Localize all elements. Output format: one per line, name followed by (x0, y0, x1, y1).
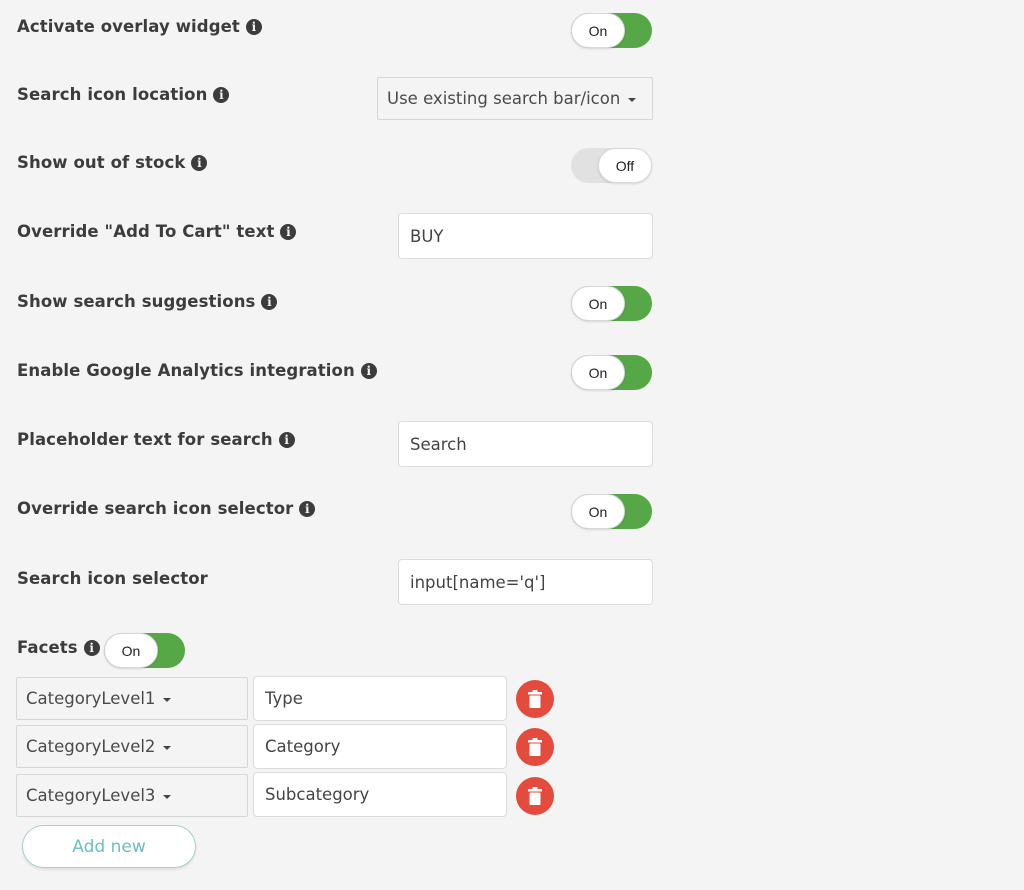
delete-facet-button[interactable] (516, 728, 554, 766)
facets-label-text: Facets (17, 638, 78, 657)
widget-settings-panel: Activate overlay widget i On Search icon… (0, 0, 1024, 890)
trash-icon (528, 787, 542, 805)
info-icon[interactable]: i (191, 154, 208, 171)
info-icon[interactable]: i (278, 431, 295, 448)
show-out-of-stock-label: Show out of stock i (17, 153, 208, 172)
info-icon[interactable]: i (213, 86, 230, 103)
search-icon-selector-label: Search icon selector (17, 569, 208, 588)
show-search-suggestions-label: Show search suggestions i (17, 292, 278, 311)
override-add-to-cart-label: Override "Add To Cart" text i (17, 222, 297, 241)
search-icon-selector-label-text: Search icon selector (17, 569, 208, 588)
search-icon-location-value: Use existing search bar/icon (387, 89, 621, 108)
toggle-knob: On (571, 355, 625, 390)
toggle-knob: On (571, 494, 625, 529)
info-icon[interactable]: i (280, 223, 297, 240)
trash-icon (528, 690, 542, 708)
google-analytics-toggle[interactable]: On (571, 355, 652, 390)
placeholder-text-input[interactable] (398, 421, 653, 467)
placeholder-text-label: Placeholder text for search i (17, 430, 295, 449)
toggle-knob: On (104, 633, 158, 668)
search-icon-selector-input[interactable] (398, 559, 653, 605)
google-analytics-label: Enable Google Analytics integration i (17, 361, 377, 380)
facet-field-select[interactable]: CategoryLevel3 (16, 774, 248, 817)
caret-down-icon (628, 97, 637, 102)
info-icon[interactable]: i (261, 293, 278, 310)
facets-toggle[interactable]: On (104, 633, 185, 668)
google-analytics-label-text: Enable Google Analytics integration (17, 361, 355, 380)
delete-facet-button[interactable] (516, 680, 554, 718)
activate-overlay-toggle[interactable]: On (571, 13, 652, 48)
facet-display-name-input[interactable] (253, 772, 507, 817)
facet-field-value: CategoryLevel2 (26, 737, 156, 756)
facet-field-select[interactable]: CategoryLevel2 (16, 725, 248, 768)
info-icon[interactable]: i (360, 362, 377, 379)
facet-display-name-input[interactable] (253, 676, 507, 721)
activate-overlay-label: Activate overlay widget i (17, 17, 262, 36)
override-add-to-cart-label-text: Override "Add To Cart" text (17, 222, 275, 241)
show-out-of-stock-label-text: Show out of stock (17, 153, 186, 172)
override-search-icon-selector-label-text: Override search icon selector (17, 499, 294, 518)
facet-field-select[interactable]: CategoryLevel1 (16, 677, 248, 720)
delete-facet-button[interactable] (516, 777, 554, 815)
search-icon-location-label: Search icon location i (17, 85, 230, 104)
show-out-of-stock-toggle[interactable]: Off (571, 148, 652, 183)
show-search-suggestions-label-text: Show search suggestions (17, 292, 256, 311)
override-search-icon-selector-label: Override search icon selector i (17, 499, 316, 518)
caret-down-icon (163, 745, 172, 750)
facets-label: Facets i (17, 638, 100, 657)
add-new-label: Add new (72, 836, 146, 857)
toggle-knob: Off (598, 148, 652, 183)
caret-down-icon (163, 697, 172, 702)
info-icon[interactable]: i (245, 18, 262, 35)
add-to-cart-text-input[interactable] (398, 213, 653, 259)
show-search-suggestions-toggle[interactable]: On (571, 286, 652, 321)
toggle-knob: On (571, 13, 625, 48)
info-icon[interactable]: i (83, 639, 100, 656)
facet-field-value: CategoryLevel3 (26, 786, 156, 805)
placeholder-text-label-text: Placeholder text for search (17, 430, 273, 449)
search-icon-location-select[interactable]: Use existing search bar/icon (377, 77, 653, 120)
override-search-icon-selector-toggle[interactable]: On (571, 494, 652, 529)
caret-down-icon (163, 794, 172, 799)
search-icon-location-label-text: Search icon location (17, 85, 208, 104)
add-new-facet-button[interactable]: Add new (22, 825, 196, 868)
facet-field-value: CategoryLevel1 (26, 689, 156, 708)
toggle-knob: On (571, 286, 625, 321)
info-icon[interactable]: i (299, 500, 316, 517)
facet-display-name-input[interactable] (253, 724, 507, 769)
trash-icon (528, 738, 542, 756)
activate-overlay-label-text: Activate overlay widget (17, 17, 240, 36)
